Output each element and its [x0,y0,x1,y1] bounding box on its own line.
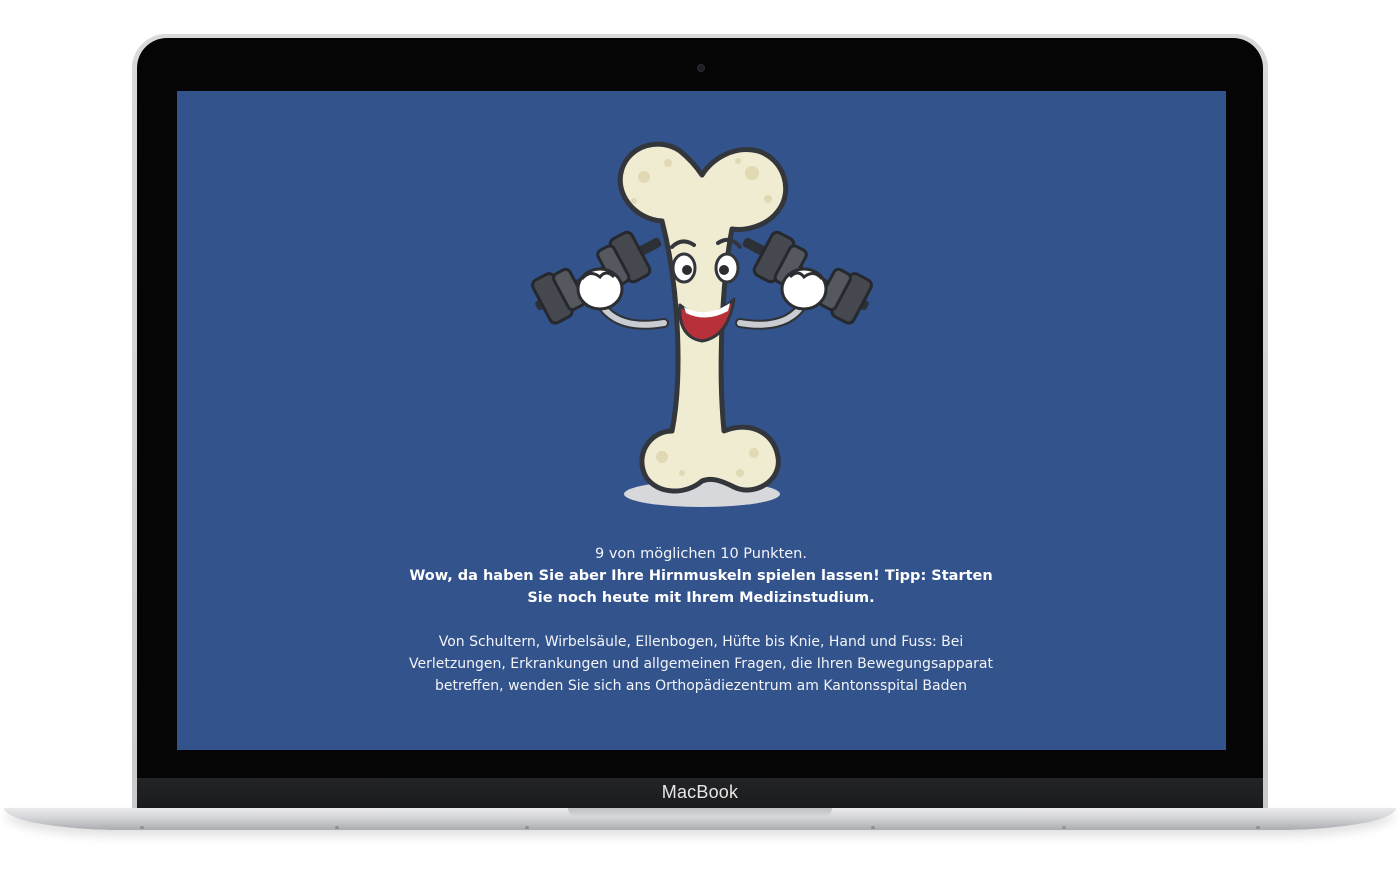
result-description: Von Schultern, Wirbelsäule, Ellenbogen, … [409,634,993,694]
laptop-mockup: 9 von möglichen 10 Punkten. Wow, da habe… [0,0,1400,873]
quiz-result-text: 9 von möglichen 10 Punkten. Wow, da habe… [401,543,1001,697]
quiz-result-screen: 9 von möglichen 10 Punkten. Wow, da habe… [177,91,1226,750]
laptop-foot [140,826,144,829]
bone-mascot-with-dumbbells-icon [531,141,873,507]
laptop-foot [871,826,875,829]
laptop-foot [1256,826,1260,829]
result-headline: Wow, da haben Sie aber Ihre Hirnmuskeln … [409,568,993,606]
laptop-foot [335,826,339,829]
camera-icon [697,64,705,72]
laptop-notch [568,808,832,817]
brand-label: MacBook [661,782,739,802]
laptop-foot [525,826,529,829]
score-text: 9 von möglichen 10 Punkten. [595,546,807,562]
laptop-foot [1062,826,1066,829]
